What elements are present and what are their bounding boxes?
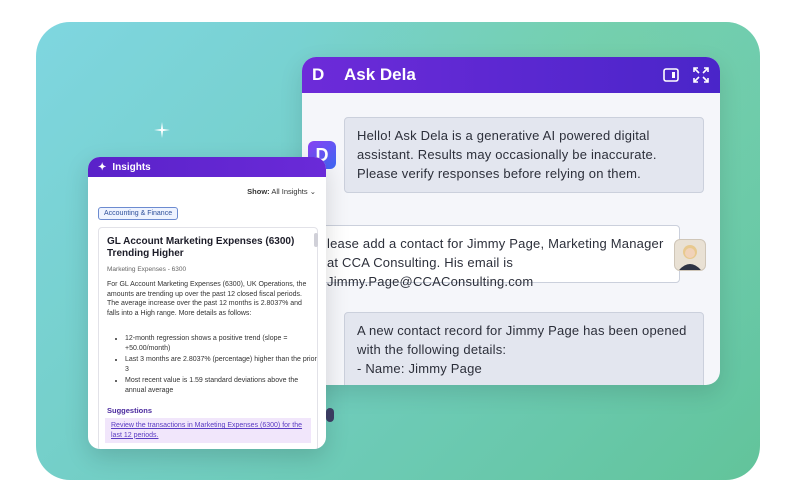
insight-body: For GL Account Marketing Expenses (6300)… xyxy=(107,281,307,317)
decorative-dot xyxy=(326,408,334,422)
dela-header: D Ask Dela xyxy=(302,57,720,93)
dela-title: Ask Dela xyxy=(344,65,416,84)
insight-details-list: 12-month regression shows a positive tre… xyxy=(113,334,321,397)
assistant-message: Hello! Ask Dela is a generative AI power… xyxy=(344,117,704,193)
show-label: Show: xyxy=(247,187,270,196)
insight-card: GL Account Marketing Expenses (6300) Tre… xyxy=(98,227,318,449)
ask-dela-window: D Ask Dela Hello! Ask Dela is a generati… xyxy=(302,57,720,385)
suggestions-label: Suggestions xyxy=(107,406,153,415)
scrollbar[interactable] xyxy=(314,233,318,247)
insights-title: Insights xyxy=(112,161,151,173)
insight-title: GL Account Marketing Expenses (6300) Tre… xyxy=(107,236,295,259)
show-value: All Insights xyxy=(271,187,308,196)
suggestion-link[interactable]: Review the transactions in Marketing Exp… xyxy=(105,418,311,443)
category-tag[interactable]: Accounting & Finance xyxy=(98,207,179,220)
minimize-panel-icon[interactable] xyxy=(662,66,680,84)
insights-panel: ✦ Insights Show: All Insights ⌄ Accounti… xyxy=(88,157,326,449)
chevron-down-icon: ⌄ xyxy=(309,187,316,196)
sparkle-small-icon: ✦ xyxy=(98,161,107,173)
show-filter[interactable]: Show: All Insights ⌄ xyxy=(247,187,316,196)
user-avatar xyxy=(674,239,706,271)
user-message: lease add a contact for Jimmy Page, Mark… xyxy=(302,225,680,289)
list-item: Most recent value is 1.59 standard devia… xyxy=(125,376,321,395)
list-item: Last 3 months are 2.8037% (percentage) h… xyxy=(125,355,321,374)
dela-logo: D xyxy=(312,65,325,84)
list-item: 12-month regression shows a positive tre… xyxy=(125,334,321,353)
insights-header: ✦ Insights xyxy=(88,157,326,177)
expand-icon[interactable] xyxy=(692,66,710,84)
sparkle-icon xyxy=(154,122,170,138)
assistant-message: A new contact record for Jimmy Page has … xyxy=(344,312,704,385)
insight-subtitle: Marketing Expenses - 6300 xyxy=(107,266,187,273)
